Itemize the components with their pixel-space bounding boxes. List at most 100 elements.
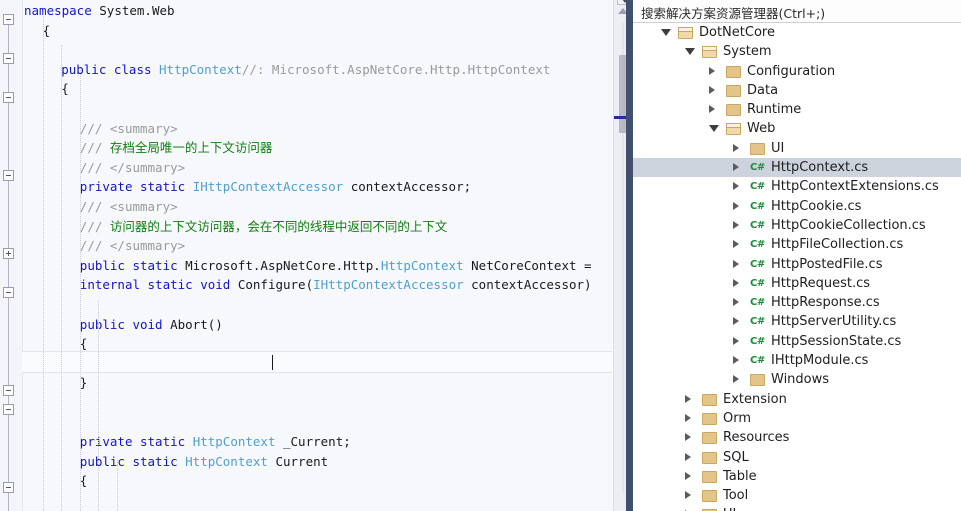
chevron-right-icon[interactable] [709, 66, 715, 75]
chevron-right-icon[interactable] [733, 220, 739, 229]
tree-item-folder[interactable]: Configuration [633, 62, 961, 81]
tree-item-label: System [723, 44, 772, 60]
chevron-right-icon[interactable] [733, 259, 739, 268]
code-token: { [79, 473, 88, 489]
code-token: System.Web [99, 3, 175, 18]
chevron-right-icon[interactable] [685, 452, 691, 461]
outline-collapse-box[interactable] [3, 287, 14, 298]
chevron-right-icon[interactable] [685, 394, 691, 403]
code-editor[interactable]: namespace System.Web{public class HttpCo… [0, 0, 613, 511]
code-text-area[interactable]: namespace System.Web{public class HttpCo… [22, 0, 613, 511]
tree-item-label: Table [723, 468, 757, 484]
folder-icon [702, 46, 717, 59]
outlining-margin[interactable] [0, 0, 23, 511]
chevron-right-icon[interactable] [733, 201, 739, 210]
chevron-down-icon[interactable] [709, 125, 719, 133]
tree-item-file[interactable]: C# HttpResponse.cs [633, 293, 961, 312]
chevron-right-icon[interactable] [685, 433, 691, 442]
code-token: <summary> [109, 199, 178, 214]
tree-item-file[interactable]: C# HttpContext.cs [633, 158, 961, 178]
outline-expand-box[interactable] [3, 248, 14, 259]
outline-collapse-box[interactable] [3, 14, 14, 25]
panel-divider[interactable] [626, 0, 633, 511]
outline-collapse-box[interactable] [3, 482, 14, 493]
tree-item-folder[interactable]: Resources [633, 428, 961, 447]
chevron-right-icon[interactable] [733, 336, 739, 345]
code-token: HttpContext [185, 453, 268, 469]
outline-collapse-box[interactable] [3, 385, 14, 396]
tree-item-file[interactable]: C# HttpContextExtensions.cs [633, 177, 961, 196]
chevron-right-icon[interactable] [709, 85, 715, 94]
outline-collapse-box[interactable] [3, 53, 14, 64]
code-token: public static [79, 453, 186, 469]
folder-icon [702, 490, 717, 503]
chevron-right-icon[interactable] [709, 105, 715, 114]
tree-item-folder[interactable]: System [633, 42, 961, 61]
outline-connector [8, 103, 9, 170]
chevron-right-icon[interactable] [733, 375, 739, 384]
tree-item-folder[interactable]: Web [633, 119, 961, 138]
tree-item-folder[interactable]: Data [633, 81, 961, 100]
outline-collapse-box[interactable] [3, 404, 14, 415]
folder-icon-body [702, 490, 717, 503]
code-token: contextAccessor; [343, 179, 472, 195]
folder-icon [726, 104, 741, 117]
chevron-down-icon[interactable] [685, 48, 695, 56]
code-line: public static Microsoft.AspNetCore.Http.… [80, 256, 592, 276]
csharp-file-icon: C# [750, 277, 765, 289]
indent-guide [117, 460, 118, 511]
tree-item-file[interactable]: C# HttpSessionState.cs [633, 332, 961, 351]
solution-tree[interactable]: DotNetCore System Configuration Data Runtime… [633, 23, 961, 511]
code-token: /// [79, 159, 110, 175]
tree-item-folder[interactable]: SQL [633, 448, 961, 467]
code-line: public class HttpContext//: Microsoft.As… [61, 60, 550, 80]
outline-collapse-box[interactable] [3, 92, 14, 103]
outline-connector [8, 493, 9, 511]
folder-icon [726, 123, 741, 136]
chevron-down-icon[interactable] [661, 29, 671, 36]
code-line: } [80, 373, 88, 393]
tree-item-folder[interactable]: Orm [633, 409, 961, 428]
chevron-right-icon[interactable] [733, 182, 739, 191]
tree-item-folder[interactable]: DotNetCore [633, 23, 961, 42]
chevron-right-icon[interactable] [733, 240, 739, 249]
tree-item-label: HttpFileCollection.cs [771, 237, 904, 253]
search-input[interactable] [639, 2, 943, 22]
chevron-right-icon[interactable] [733, 163, 739, 172]
tree-item-folder[interactable]: UI [633, 139, 961, 158]
code-token: HttpContext [192, 434, 276, 450]
chevron-right-icon[interactable] [685, 413, 691, 422]
text-caret [272, 354, 274, 370]
tree-item-label: Data [747, 82, 779, 98]
tree-item-folder[interactable]: Table [633, 467, 961, 486]
tree-item-label: HttpRequest.cs [771, 275, 871, 291]
code-token: { [61, 81, 69, 97]
tree-item-file[interactable]: C# HttpFileCollection.cs [633, 235, 961, 254]
tree-item-folder[interactable]: Runtime [633, 100, 961, 119]
tree-item-folder[interactable]: Extension [633, 390, 961, 409]
tree-item-folder[interactable]: Windows [633, 370, 961, 389]
tree-item-folder[interactable]: UI [633, 505, 961, 511]
tree-item-file[interactable]: C# HttpPostedFile.cs [633, 255, 961, 274]
folder-icon-body [702, 412, 717, 425]
code-token: HttpContext [159, 61, 242, 77]
chevron-right-icon[interactable] [685, 471, 691, 480]
tree-item-file[interactable]: C# HttpCookie.cs [633, 197, 961, 216]
tree-item-file[interactable]: C# HttpCookieCollection.cs [633, 216, 961, 235]
code-line: /// 存档全局唯一的上下文访问器 [80, 138, 273, 158]
code-line: /// <summary> [80, 119, 178, 139]
chevron-right-icon[interactable] [733, 143, 739, 152]
code-token: private static [79, 179, 193, 195]
code-token: public class [61, 61, 160, 77]
tree-item-file[interactable]: C# HttpServerUtility.cs [633, 312, 961, 331]
tree-item-folder[interactable]: Tool [633, 486, 961, 505]
chevron-right-icon[interactable] [733, 317, 739, 326]
solution-explorer-search-row[interactable] [633, 0, 961, 23]
tree-item-file[interactable]: C# HttpRequest.cs [633, 274, 961, 293]
chevron-right-icon[interactable] [685, 491, 691, 500]
outline-collapse-box[interactable] [3, 170, 14, 181]
chevron-right-icon[interactable] [733, 298, 739, 307]
chevron-right-icon[interactable] [733, 356, 739, 365]
tree-item-file[interactable]: C# IHttpModule.cs [633, 351, 961, 370]
chevron-right-icon[interactable] [733, 278, 739, 287]
